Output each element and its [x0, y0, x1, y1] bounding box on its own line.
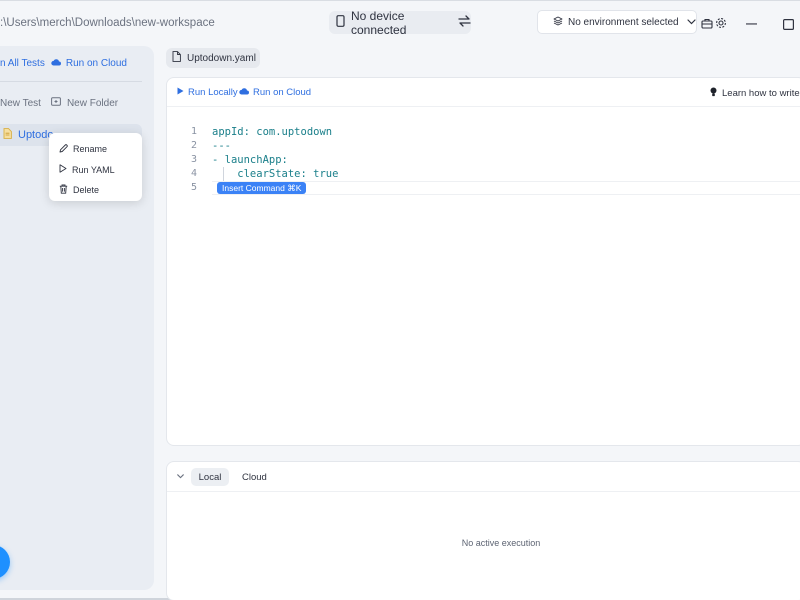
- line-text: appId: com.uptodown: [212, 126, 333, 138]
- chevron-down-icon[interactable]: [176, 472, 185, 481]
- insert-command-button[interactable]: Insert Command ⌘K: [217, 182, 307, 194]
- gear-icon[interactable]: [714, 16, 728, 30]
- sidebar: n All Tests Run on Cloud New Test New Fo…: [0, 46, 154, 590]
- environment-selector[interactable]: No environment selected: [537, 10, 697, 34]
- run-locally-button[interactable]: Run Locally: [177, 87, 238, 98]
- line-number: 5: [191, 182, 198, 193]
- tab-local[interactable]: Local: [191, 468, 229, 486]
- line-text: ---: [212, 140, 231, 152]
- sidebar-divider: [0, 81, 142, 82]
- menu-item-run-yaml[interactable]: Run YAML: [49, 160, 142, 181]
- pencil-icon: [59, 144, 68, 155]
- play-icon: [177, 87, 184, 98]
- tab-label: Uptodown.yaml: [187, 52, 256, 64]
- empty-state-text: No active execution: [461, 538, 541, 548]
- code-line: 1 appId: com.uptodown: [167, 125, 800, 139]
- editor-toolbar: Run Locally Run on Cloud Learn how to wr…: [167, 78, 800, 106]
- new-folder-label: New Folder: [66, 97, 119, 109]
- code-line: 2 ---: [167, 139, 800, 153]
- maximize-button[interactable]: [781, 17, 795, 31]
- device-status: No device connected: [351, 8, 407, 37]
- chevron-down-icon: [687, 17, 696, 28]
- cloud-icon: [239, 87, 249, 98]
- cloud-icon: [51, 58, 61, 69]
- phone-icon: [336, 15, 345, 30]
- code-editor: Run Locally Run on Cloud Learn how to wr…: [166, 77, 800, 446]
- line-number: 1: [191, 126, 198, 137]
- run-on-cloud-button[interactable]: Run on Cloud: [239, 87, 311, 98]
- code-line: 4 clearState: true: [167, 167, 800, 181]
- menu-label: Run YAML: [72, 164, 115, 175]
- line-number: 3: [191, 154, 198, 165]
- device-selector[interactable]: No device connected: [329, 8, 471, 37]
- menu-label: Delete: [73, 185, 100, 196]
- folder-plus-icon: [51, 97, 61, 109]
- toolbox-icon[interactable]: [700, 16, 714, 30]
- tab-cloud[interactable]: Cloud: [237, 468, 272, 486]
- layers-icon: [553, 16, 563, 29]
- new-folder-button[interactable]: New Folder: [51, 97, 118, 109]
- yaml-file-icon: [3, 128, 12, 142]
- menu-item-delete[interactable]: Delete: [49, 180, 142, 201]
- file-icon: [172, 51, 181, 65]
- floating-action-button[interactable]: [0, 545, 10, 579]
- line-text: - launchApp:: [212, 154, 288, 166]
- trash-icon: [59, 184, 68, 196]
- run-on-cloud-link[interactable]: Run on Cloud: [66, 58, 127, 69]
- run-locally-label: Run Locally: [188, 87, 238, 98]
- learn-link[interactable]: Learn how to write: [710, 87, 800, 100]
- sidebar-create-actions: New Test New Folder: [0, 97, 118, 109]
- editor-file-tab[interactable]: Uptodown.yaml: [166, 48, 260, 68]
- play-icon: [59, 164, 67, 175]
- line-text: clearState: true: [212, 168, 339, 180]
- toolbar-divider: [167, 106, 800, 107]
- app-window: :\Users\merch\Downloads\new-workspace No…: [0, 0, 800, 600]
- environment-label: No environment selected: [568, 16, 679, 28]
- line-number: 2: [191, 140, 198, 151]
- execution-panel: Local Cloud No active execution: [166, 461, 800, 600]
- swap-icon[interactable]: [458, 15, 471, 30]
- menu-item-rename[interactable]: Rename: [49, 139, 142, 160]
- sidebar-actions: n All Tests Run on Cloud: [0, 58, 127, 69]
- run-all-tests-link[interactable]: n All Tests: [0, 58, 45, 69]
- learn-label: Learn how to write: [722, 88, 800, 99]
- title-bar: :\Users\merch\Downloads\new-workspace No…: [0, 7, 800, 41]
- workspace-path: :\Users\merch\Downloads\new-workspace: [0, 17, 215, 29]
- new-test-button[interactable]: New Test: [0, 98, 41, 109]
- menu-label: Rename: [73, 144, 108, 155]
- context-menu: Rename Run YAML Delete: [49, 133, 142, 201]
- execution-header: Local Cloud: [167, 462, 800, 492]
- code-line: 3 - launchApp:: [167, 153, 800, 167]
- run-on-cloud-label: Run on Cloud: [253, 87, 312, 98]
- lightbulb-icon: [710, 87, 717, 100]
- line-number: 4: [191, 168, 198, 179]
- minimize-button[interactable]: [744, 17, 758, 31]
